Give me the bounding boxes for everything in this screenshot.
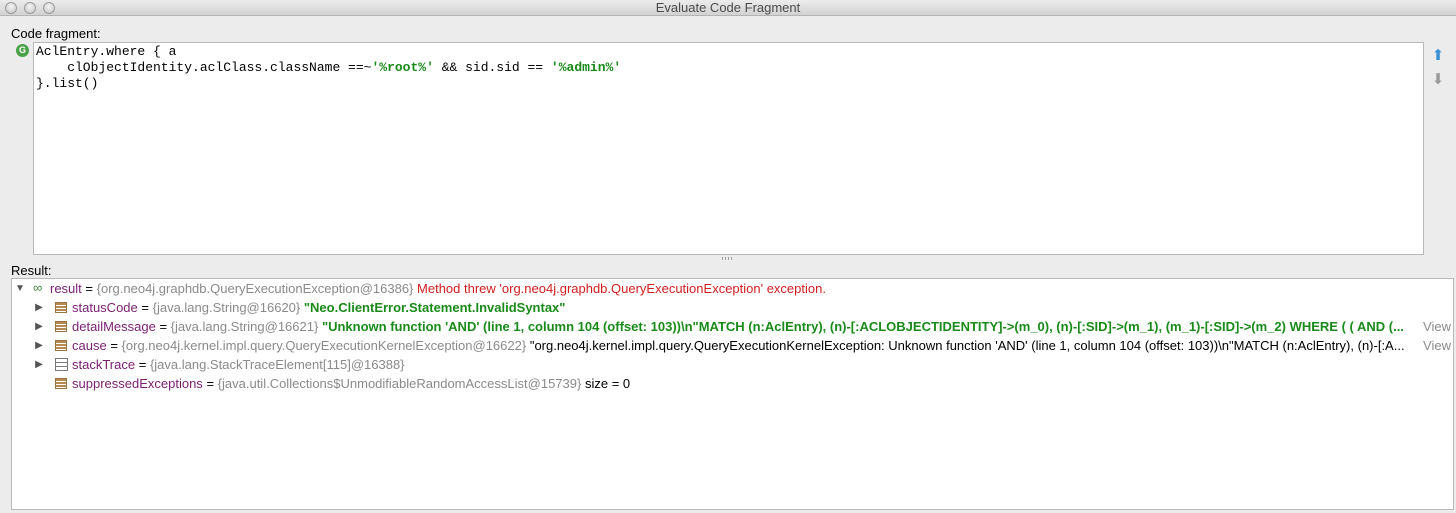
exception-message: Method threw 'org.neo4j.graphdb.QueryExe… [417,281,826,296]
code-editor[interactable]: AclEntry.where { a clObjectIdentity.aclC… [33,42,1424,255]
tree-row-detailMessage[interactable]: ▶ detailMessage = {java.lang.String@1662… [12,317,1453,336]
window-title: Evaluate Code Fragment [655,0,801,15]
result-tree[interactable]: ▼ ∞ result = {org.neo4j.graphdb.QueryExe… [11,278,1454,510]
tree-row-cause[interactable]: ▶ cause = {org.neo4j.kernel.impl.query.Q… [12,336,1453,355]
node-name: result [50,281,82,296]
array-icon [55,358,68,371]
view-link[interactable]: View [1421,317,1451,336]
expanded-triangle-icon[interactable]: ▼ [15,279,25,298]
field-icon [55,302,67,313]
splitter-handle[interactable] [722,257,734,260]
history-up-arrow-icon[interactable]: ⬆ [1431,48,1445,64]
field-icon [55,321,67,332]
collapsed-triangle-icon[interactable]: ▶ [34,298,44,317]
code-line-1: AclEntry.where { a [36,44,177,59]
view-link[interactable]: View [1421,336,1451,355]
collapsed-triangle-icon[interactable]: ▶ [34,317,44,336]
code-text[interactable]: AclEntry.where { a clObjectIdentity.aclC… [36,44,1423,92]
code-line-3: }.list() [36,76,99,91]
collapsed-triangle-icon[interactable]: ▶ [34,336,44,355]
tree-row-stackTrace[interactable]: ▶ stackTrace = {java.lang.StackTraceElem… [12,355,1453,374]
title-bar: Evaluate Code Fragment [0,0,1456,16]
result-label: Result: [11,263,52,278]
field-icon [55,340,67,351]
groovy-icon: G [16,44,29,57]
code-fragment-label: Code fragment: [11,26,101,41]
tree-row-suppressedExceptions[interactable]: suppressedExceptions = {java.util.Collec… [12,374,1453,393]
collapsed-triangle-icon[interactable]: ▶ [34,355,44,374]
code-line-2: clObjectIdentity.aclClass.className ==~'… [36,60,622,75]
tree-row-statusCode[interactable]: ▶ statusCode = {java.lang.String@16620} … [12,298,1453,317]
node-type: {org.neo4j.graphdb.QueryExecutionExcepti… [96,281,414,296]
field-icon [55,378,67,389]
tree-row-result[interactable]: ▼ ∞ result = {org.neo4j.graphdb.QueryExe… [12,279,1453,298]
watch-result-icon: ∞ [33,280,43,295]
history-down-arrow-icon[interactable]: ⬇ [1431,72,1445,88]
